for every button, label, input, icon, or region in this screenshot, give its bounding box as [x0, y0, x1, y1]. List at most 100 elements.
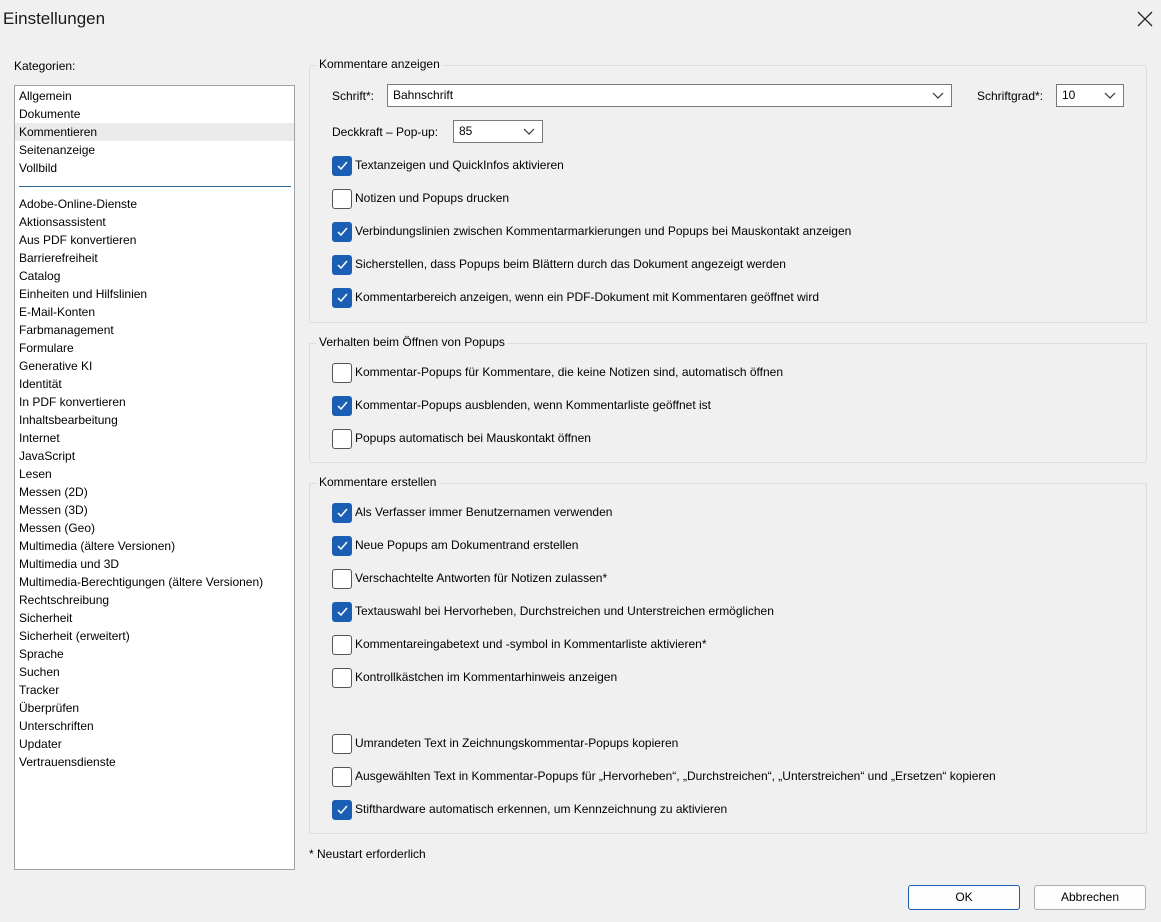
checkbox-label: Textauswahl bei Hervorheben, Durchstreic… [355, 604, 774, 618]
sidebar-item[interactable]: Generative KI [15, 357, 294, 375]
size-select-value: 10 [1062, 88, 1076, 102]
sidebar-item[interactable]: Vertrauensdienste [15, 753, 294, 771]
opacity-label: Deckkraft – Pop-up: [332, 125, 439, 139]
opacity-select[interactable]: 85 [453, 120, 543, 143]
checkbox[interactable] [332, 734, 352, 754]
checkbox[interactable] [332, 503, 352, 523]
sidebar-item[interactable]: JavaScript [15, 447, 294, 465]
ok-button[interactable]: OK [908, 885, 1020, 910]
sidebar-item[interactable]: Messen (Geo) [15, 519, 294, 537]
font-label: Schrift*: [332, 89, 375, 103]
sidebar-item[interactable]: Allgemein [15, 87, 294, 105]
checkbox[interactable] [332, 156, 352, 176]
sidebar-item[interactable]: Aktionsassistent [15, 213, 294, 231]
sidebar-item[interactable]: Rechtschreibung [15, 591, 294, 609]
checkbox[interactable] [332, 255, 352, 275]
checkbox-label: Sicherstellen, dass Popups beim Blättern… [355, 257, 786, 271]
chevron-down-icon [932, 92, 944, 99]
opacity-select-value: 85 [459, 124, 473, 138]
sidebar-item[interactable]: Multimedia (ältere Versionen) [15, 537, 294, 555]
size-label: Schriftgrad*: [977, 89, 1044, 103]
checkmark-icon [337, 227, 348, 237]
window-title: Einstellungen [3, 9, 106, 28]
checkbox-label: Notizen und Popups drucken [355, 191, 510, 205]
checkbox-label: Verbindungslinien zwischen Kommentarmark… [355, 224, 852, 238]
checkbox-label: Textanzeigen und QuickInfos aktivieren [355, 158, 564, 172]
checkmark-icon [337, 541, 348, 551]
checkbox[interactable] [332, 635, 352, 655]
checkmark-icon [337, 293, 348, 303]
sidebar-item[interactable]: Catalog [15, 267, 294, 285]
checkbox-label: Als Verfasser immer Benutzernamen verwen… [355, 505, 613, 519]
checkbox-label: Kommentar-Popups für Kommentare, die kei… [355, 365, 784, 379]
sidebar-item[interactable]: Kommentieren [15, 123, 294, 141]
group-create-title: Kommentare erstellen [316, 475, 440, 489]
checkbox[interactable] [332, 602, 352, 622]
group-display-title: Kommentare anzeigen [316, 57, 443, 71]
checkmark-icon [337, 161, 348, 171]
sidebar-item[interactable]: Dokumente [15, 105, 294, 123]
title-bar: Einstellungen [0, 0, 1161, 38]
sidebar-item[interactable]: Seitenanzeige [15, 141, 294, 159]
checkbox-label: Verschachtelte Antworten für Notizen zul… [355, 571, 608, 585]
close-button[interactable] [1130, 4, 1160, 34]
checkbox[interactable] [332, 536, 352, 556]
checkbox-label: Umrandeten Text in Zeichnungskommentar-P… [355, 736, 679, 750]
sidebar-item[interactable]: Sprache [15, 645, 294, 663]
checkmark-icon [337, 607, 348, 617]
checkbox[interactable] [332, 429, 352, 449]
sidebar-item[interactable]: Farbmanagement [15, 321, 294, 339]
close-icon [1137, 11, 1153, 27]
checkbox-label: Ausgewählten Text in Kommentar-Popups fü… [355, 769, 996, 783]
sidebar-item[interactable]: Überprüfen [15, 699, 294, 717]
sidebar-item[interactable]: Sicherheit (erweitert) [15, 627, 294, 645]
checkbox[interactable] [332, 363, 352, 383]
category-list[interactable]: Allgemein Dokumente Kommentieren Seitenanze… [14, 85, 295, 870]
sidebar-item[interactable]: Formulare [15, 339, 294, 357]
checkmark-icon [337, 260, 348, 270]
checkbox[interactable] [332, 189, 352, 209]
group-popup-behavior: Verhalten beim Öffnen von Popups Komment… [309, 335, 1147, 463]
checkbox[interactable] [332, 767, 352, 787]
sidebar-item[interactable]: Lesen [15, 465, 294, 483]
font-select-value: Bahnschrift [393, 88, 454, 102]
sidebar-item[interactable]: Multimedia und 3D [15, 555, 294, 573]
checkbox[interactable] [332, 396, 352, 416]
checkbox[interactable] [332, 569, 352, 589]
sidebar-item[interactable]: Vollbild [15, 159, 294, 177]
group-create: Kommentare erstellen Als Verfasser immer… [309, 475, 1147, 834]
checkbox[interactable] [332, 222, 352, 242]
sidebar-item[interactable]: Unterschriften [15, 717, 294, 735]
checkmark-icon [337, 508, 348, 518]
sidebar-item[interactable]: Einheiten und Hilfslinien [15, 285, 294, 303]
checkbox-label: Kommentareingabetext und -symbol in Komm… [355, 637, 707, 651]
chevron-down-icon [1104, 92, 1116, 99]
sidebar-item[interactable]: Internet [15, 429, 294, 447]
checkbox-label: Kommentar-Popups ausblenden, wenn Kommen… [355, 398, 711, 412]
sidebar-item[interactable]: Barrierefreiheit [15, 249, 294, 267]
sidebar-item[interactable]: In PDF konvertieren [15, 393, 294, 411]
categories-label: Kategorien: [14, 59, 76, 73]
sidebar-item[interactable]: Tracker [15, 681, 294, 699]
sidebar-item[interactable]: Updater [15, 735, 294, 753]
sidebar-item[interactable]: E-Mail-Konten [15, 303, 294, 321]
sidebar-item[interactable]: Messen (3D) [15, 501, 294, 519]
sidebar-item[interactable]: Adobe-Online-Dienste [15, 195, 294, 213]
sidebar-item[interactable]: Sicherheit [15, 609, 294, 627]
sidebar-item[interactable]: Aus PDF konvertieren [15, 231, 294, 249]
sidebar-item[interactable]: Inhaltsbearbeitung [15, 411, 294, 429]
checkbox[interactable] [332, 668, 352, 688]
checkbox[interactable] [332, 288, 352, 308]
sidebar-item[interactable]: Suchen [15, 663, 294, 681]
chevron-down-icon [523, 128, 535, 135]
sidebar-item[interactable]: Multimedia-Berechtigungen (ältere Versio… [15, 573, 294, 591]
group-display: Kommentare anzeigen Schrift*: Bahnschrif… [309, 57, 1147, 323]
sidebar-item[interactable]: Identität [15, 375, 294, 393]
font-select[interactable]: Bahnschrift [387, 84, 952, 107]
checkbox[interactable] [332, 800, 352, 820]
sidebar-item[interactable]: Messen (2D) [15, 483, 294, 501]
cancel-button[interactable]: Abbrechen [1034, 885, 1146, 910]
size-select[interactable]: 10 [1056, 84, 1124, 107]
checkbox-label: Popups automatisch bei Mauskontakt öffne… [355, 431, 591, 445]
checkmark-icon [337, 805, 348, 815]
